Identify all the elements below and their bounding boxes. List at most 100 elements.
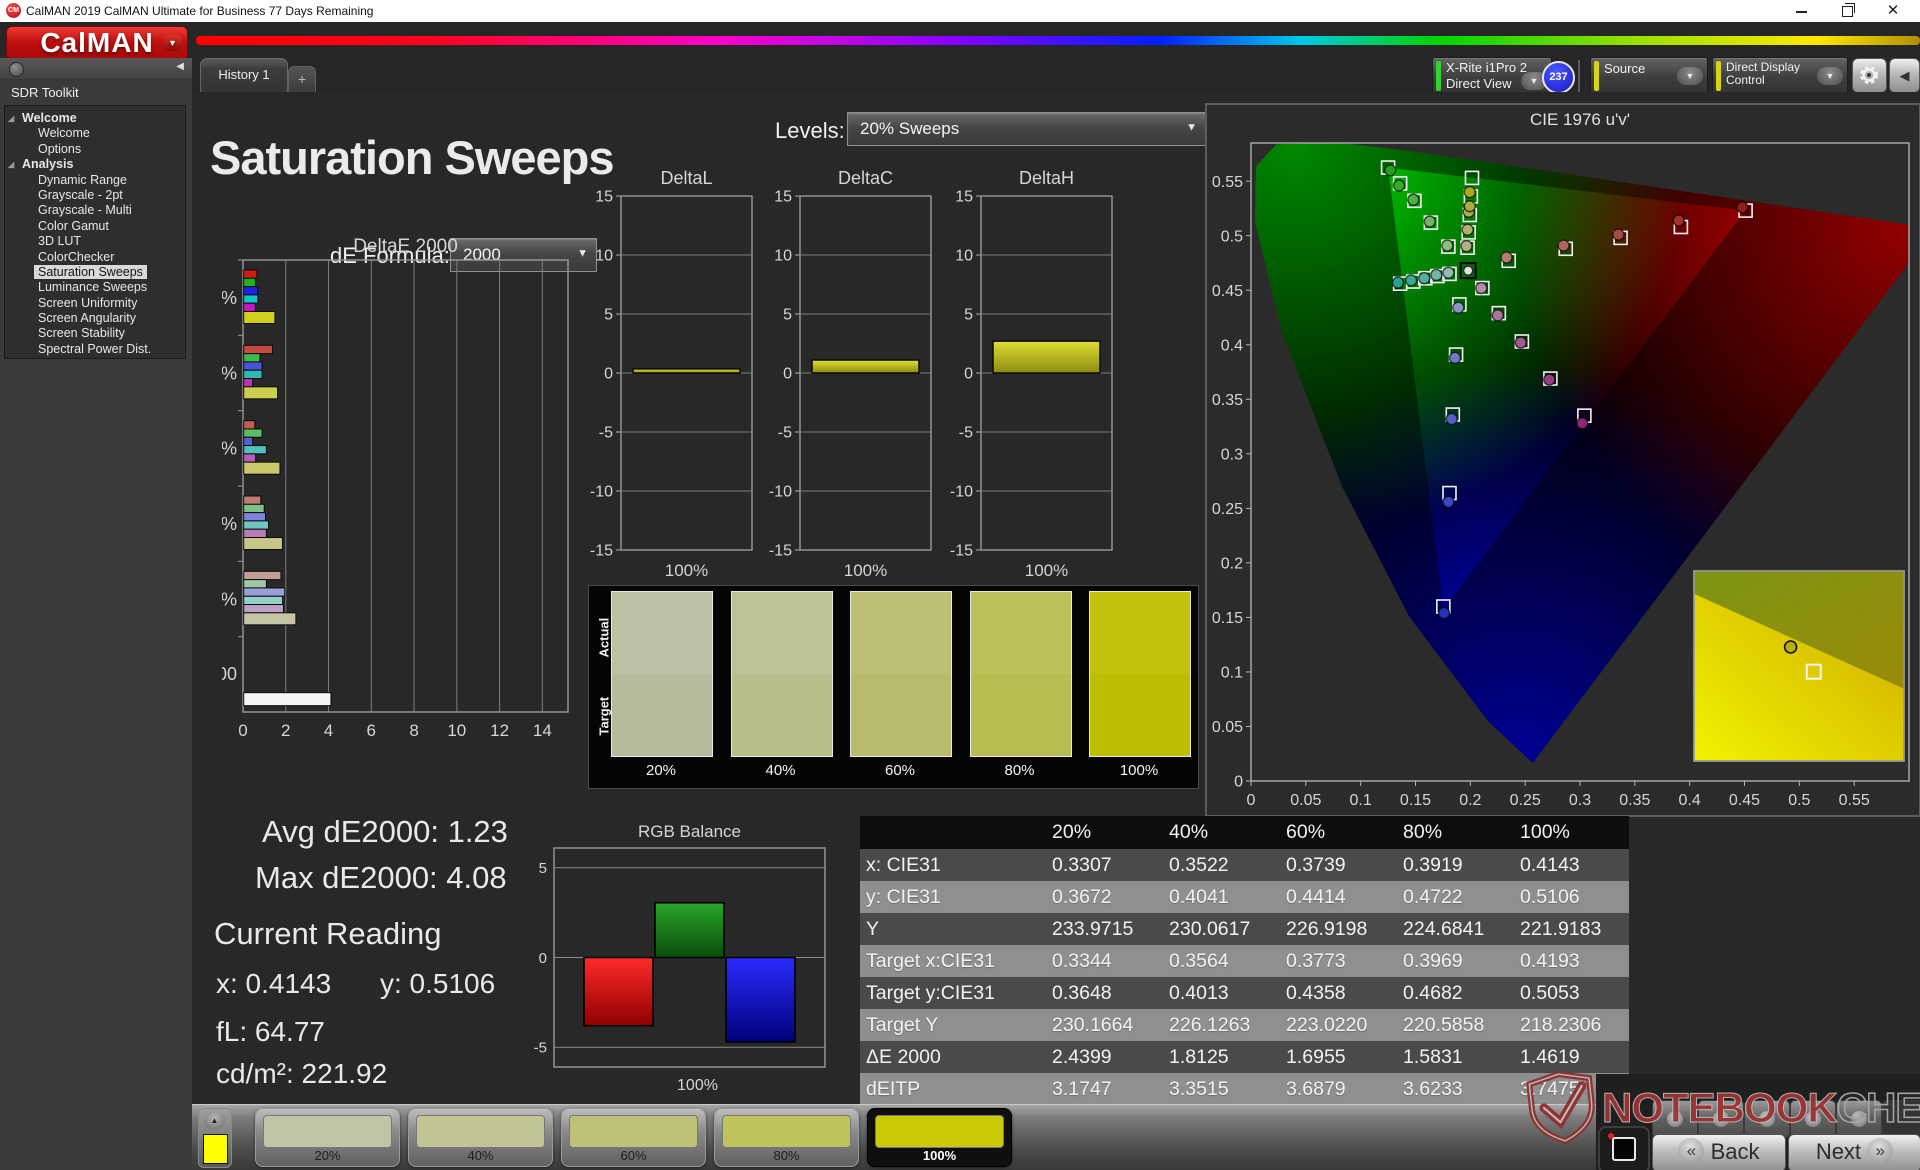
meter-dropdown[interactable]: X-Rite i1Pro 2 Direct View ▼	[1432, 57, 1552, 95]
calman-logo-button[interactable]: CalMAN ▼	[6, 26, 188, 61]
color-picker-button[interactable]: ▲	[198, 1108, 232, 1168]
source-dropdown[interactable]: Source ▼	[1590, 57, 1708, 95]
sidebar-item-grayscale-2pt[interactable]: Grayscale - 2pt	[5, 188, 185, 203]
saturation-button-40%[interactable]: 40%	[408, 1108, 553, 1167]
toolbar-mini-button-5[interactable]	[1836, 1100, 1882, 1138]
topbar-divider	[1578, 60, 1580, 92]
saturation-button-80%[interactable]: 80%	[714, 1108, 859, 1167]
swatch-actual	[1090, 592, 1190, 674]
saturation-button-label: 100%	[922, 1148, 957, 1163]
sidebar-collapse-icon[interactable]: ◀	[176, 61, 184, 72]
svg-text:0.2: 0.2	[1459, 792, 1481, 809]
sidebar-item-label: Screen Angularity	[38, 311, 136, 326]
saturation-color-chip	[722, 1115, 851, 1148]
sidebar-item-screen-uniformity[interactable]: Screen Uniformity	[5, 296, 185, 311]
table-row-label: Target y:CIE31	[860, 977, 1046, 1009]
swatch-60%	[850, 591, 952, 757]
sidebar-item-color-gamut[interactable]: Color Gamut	[5, 219, 185, 234]
next-arrow-icon: »	[1867, 1138, 1894, 1165]
cie-diagram: CIE 1976 u'v' 0 0 0.05 0.05 0.1 0.1 0.15 0.15 0.2…	[1205, 103, 1920, 817]
sidebar-item-saturation-sweeps[interactable]: Saturation Sweeps	[5, 264, 185, 280]
workflow-dot-icon[interactable]	[9, 62, 24, 77]
swatch-actual	[612, 592, 712, 674]
tab-history-1[interactable]: History 1	[200, 58, 288, 93]
svg-text:5: 5	[964, 307, 973, 324]
minimize-button[interactable]	[1786, 2, 1816, 20]
page-title: Saturation Sweeps	[210, 131, 614, 184]
sidebar: ◀ SDR Toolkit ◢ Welcome Welcome Options ◢ Ana…	[0, 58, 192, 1170]
sidebar-item-screen-angularity[interactable]: Screen Angularity	[5, 311, 185, 326]
table-row-label: Y	[860, 913, 1046, 945]
display-control-arrow-icon[interactable]: ▼	[1817, 67, 1843, 85]
svg-text:0.05: 0.05	[1290, 792, 1321, 809]
table-cell: 3.1747	[1046, 1073, 1163, 1105]
svg-text:15: 15	[595, 189, 613, 206]
expander-icon[interactable]: ◢	[8, 157, 14, 172]
sidebar-item-welcome[interactable]: Welcome	[5, 126, 185, 141]
saturation-button-label: 80%	[773, 1148, 800, 1163]
toolbar-mini-button-6[interactable]	[1882, 1100, 1920, 1138]
source-dropdown-arrow-icon[interactable]: ▼	[1677, 67, 1703, 85]
table-row: Target y:CIE31 0.3648 0.4013 0.4358 0.4682 0.…	[860, 977, 1629, 1009]
sidebar-item-label: Screen Uniformity	[38, 295, 138, 310]
svg-text:100: 100	[222, 664, 237, 684]
sidebar-item-spectral-power-dist-[interactable]: Spectral Power Dist.	[5, 342, 185, 357]
restore-button[interactable]	[1832, 2, 1862, 20]
back-button[interactable]: « Back	[1652, 1134, 1786, 1170]
current-reading-title: Current Reading	[214, 916, 442, 951]
display-control-status-strip	[1716, 61, 1721, 91]
saturation-button-60%[interactable]: 60%	[561, 1108, 706, 1167]
sidebar-item-screen-stability[interactable]: Screen Stability	[5, 326, 185, 341]
close-button[interactable]: ✕	[1878, 2, 1908, 20]
table-cell: 0.4722	[1397, 881, 1514, 913]
window-titlebar: CM CalMAN 2019 CalMAN Ultimate for Busin…	[0, 0, 1920, 22]
next-button[interactable]: Next »	[1788, 1134, 1920, 1170]
toolbar-mini-button-2[interactable]	[1698, 1100, 1744, 1138]
sidebar-item-analysis[interactable]: ◢ Analysis	[5, 157, 185, 172]
sidebar-item-options[interactable]: Options	[5, 142, 185, 157]
swatch-label: 20%	[645, 762, 677, 779]
add-tab-button[interactable]: +	[288, 66, 316, 93]
levels-dropdown[interactable]: 20% Sweeps ▼	[847, 112, 1206, 146]
rgb-balance-chart: RGB Balance 5 0 -5 100%	[520, 820, 840, 1110]
expander-icon[interactable]: ◢	[8, 111, 14, 126]
saturation-button-100%[interactable]: 100%	[867, 1108, 1012, 1167]
table-column-header: 20%	[1046, 816, 1163, 849]
svg-text:15: 15	[774, 189, 792, 206]
svg-text:0.25: 0.25	[1212, 501, 1243, 518]
svg-text:100%: 100%	[1025, 561, 1068, 580]
sidebar-item-welcome[interactable]: ◢ Welcome	[5, 111, 185, 126]
sidebar-item-label: Welcome	[38, 126, 90, 141]
panel-collapse-button[interactable]: ◀	[1889, 58, 1920, 93]
selected-color-chip	[203, 1134, 228, 1164]
svg-text:CIE 1976 u'v': CIE 1976 u'v'	[1530, 110, 1630, 129]
table-row: Target x:CIE31 0.3344 0.3564 0.3773 0.3969 0.…	[860, 945, 1629, 977]
toolbar-mini-button-3[interactable]	[1744, 1100, 1790, 1138]
sidebar-item-colorchecker[interactable]: ColorChecker	[5, 250, 185, 265]
display-control-dropdown[interactable]: Direct Display Control ▼	[1712, 57, 1848, 95]
logo-dropdown-icon[interactable]: ▼	[164, 35, 182, 51]
snapshot-button[interactable]	[1598, 1126, 1650, 1170]
svg-text:-15: -15	[769, 543, 792, 560]
sidebar-item-dynamic-range[interactable]: Dynamic Range	[5, 173, 185, 188]
sidebar-item-3d-lut[interactable]: 3D LUT	[5, 234, 185, 249]
sidebar-item-luminance-sweeps[interactable]: Luminance Sweeps	[5, 280, 185, 295]
source-label: Source	[1604, 61, 1646, 76]
table-row-label: Target x:CIE31	[860, 945, 1046, 977]
swatch-40%	[730, 591, 833, 757]
svg-text:-5: -5	[534, 1040, 547, 1057]
saturation-button-20%[interactable]: 20%	[255, 1108, 400, 1167]
actual-row-label: Actual	[596, 617, 612, 658]
toolbar-mini-button-4[interactable]	[1790, 1100, 1836, 1138]
table-column-header: 100%	[1514, 816, 1629, 849]
toolbar-mini-button-1[interactable]	[1652, 1100, 1698, 1138]
sidebar-item-label: Saturation Sweeps	[34, 264, 147, 279]
svg-text:-5: -5	[778, 425, 792, 442]
table-row-label: Target Y	[860, 1009, 1046, 1041]
svg-text:DeltaC: DeltaC	[838, 168, 893, 188]
svg-text:0.4: 0.4	[1679, 792, 1701, 809]
sidebar-item-grayscale-multi[interactable]: Grayscale - Multi	[5, 203, 185, 218]
settings-button[interactable]	[1852, 58, 1887, 93]
expand-up-icon[interactable]: ▲	[204, 1112, 225, 1130]
sidebar-item-label: Grayscale - 2pt	[38, 187, 123, 202]
